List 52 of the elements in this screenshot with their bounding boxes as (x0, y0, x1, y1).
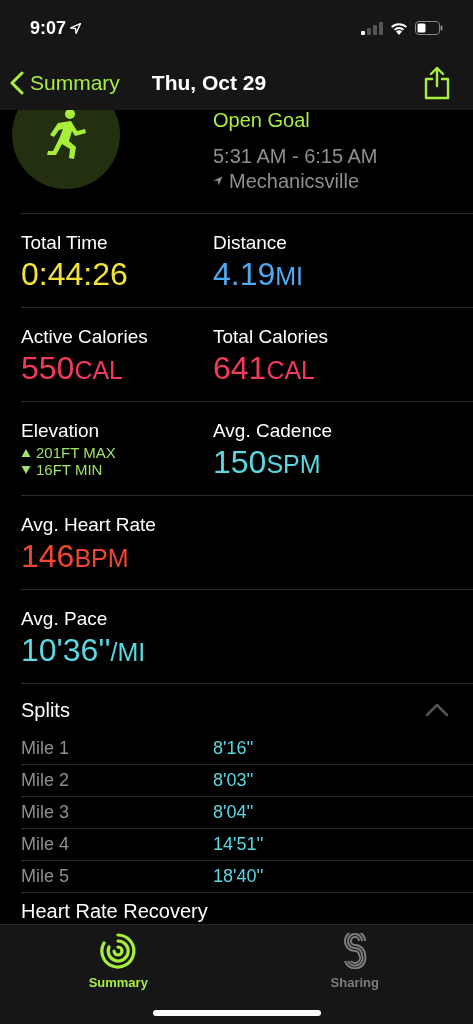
metric-label: Avg. Cadence (213, 419, 333, 443)
metric-value: 10'36''/MI (21, 631, 147, 670)
metric-value: 146BPM (21, 537, 130, 576)
metric-label: Active Calories (21, 325, 149, 349)
workout-time-range: 5:31 AM - 6:15 AM (213, 144, 378, 168)
split-label: Mile 1 (21, 736, 70, 760)
battery-icon (415, 21, 443, 35)
split-time: 18'40'' (213, 865, 264, 888)
location-arrow-icon (213, 176, 223, 186)
elevation-min: 16FT MIN (21, 461, 213, 478)
chevron-left-icon (10, 71, 24, 95)
metric-value: 641CAL (213, 349, 317, 388)
split-time: 8'16'' (213, 736, 254, 760)
back-button[interactable]: Summary (10, 67, 120, 99)
chevron-up-icon (425, 703, 449, 717)
split-time: 14'51'' (213, 833, 264, 856)
metric-value: 4.19MI (213, 255, 305, 294)
split-label: Mile 3 (21, 801, 70, 824)
triangle-up-icon (21, 447, 31, 458)
nav-title: Thu, Oct 29 (151, 70, 267, 97)
tab[interactable]: Sharing (236, 925, 473, 1005)
location-arrow-icon (70, 22, 82, 34)
tab[interactable]: Summary (0, 925, 237, 1005)
split-label: Mile 4 (21, 833, 70, 856)
rings-icon (100, 933, 137, 969)
metric-value: 150SPM (213, 443, 322, 482)
wifi-icon (390, 21, 408, 35)
split-time: 8'04'' (213, 801, 254, 824)
workout-goal: Open Goal (213, 110, 311, 132)
metric-label: Total Time (21, 231, 109, 255)
share-icon (423, 66, 451, 100)
metric-label: Distance (213, 231, 288, 255)
metric-label: Elevation (21, 419, 101, 443)
sharing-icon (341, 933, 368, 969)
splits-title: Splits (21, 698, 70, 723)
collapse-toggle[interactable] (425, 703, 449, 717)
split-label: Mile 2 (21, 769, 70, 792)
elevation-max: 201FT MAX (21, 444, 213, 461)
split-label: Mile 5 (21, 865, 70, 888)
signal-icon (361, 21, 383, 35)
workout-location: Mechanicsville (213, 168, 378, 194)
triangle-down-icon (21, 464, 31, 475)
section-title: Heart Rate Recovery (21, 900, 208, 922)
runner-icon (44, 110, 88, 161)
metric-label: Total Calories (213, 325, 330, 349)
status-time: 9:07 (30, 16, 67, 40)
metric-label: Avg. Heart Rate (21, 513, 157, 537)
share-button[interactable] (423, 66, 451, 100)
metric-value: 0:44:26 (21, 255, 129, 293)
metric-value: 550CAL (21, 349, 125, 388)
metric-label: Avg. Pace (21, 607, 109, 631)
split-time: 8'03'' (213, 769, 254, 792)
